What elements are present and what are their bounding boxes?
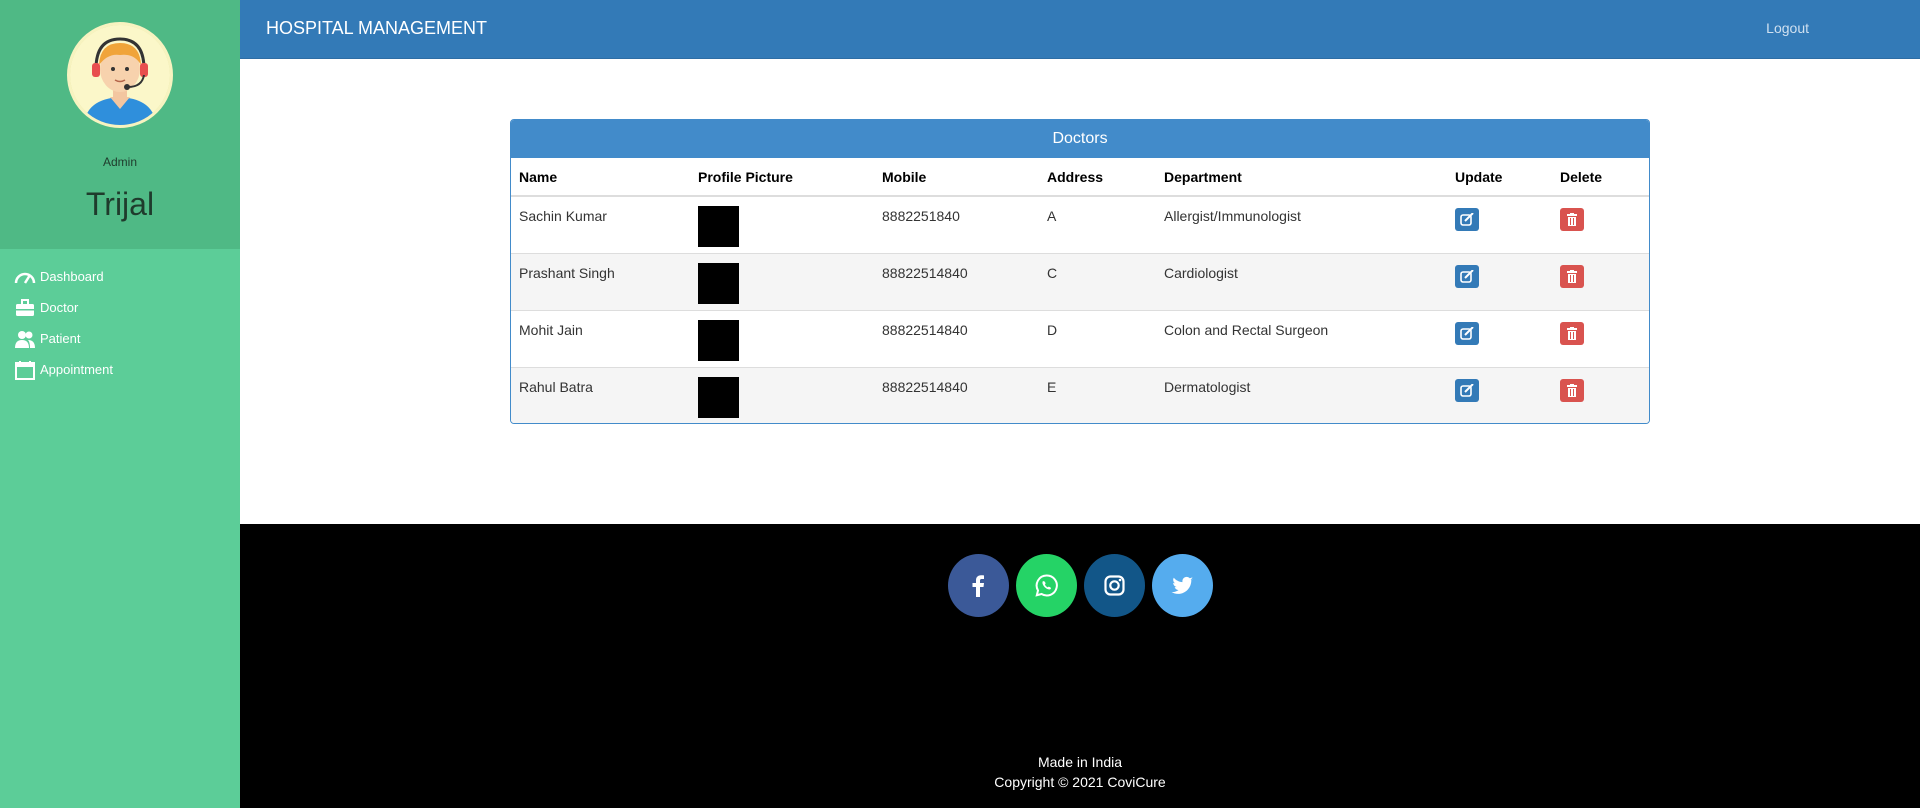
panel-title: Doctors bbox=[511, 120, 1649, 158]
sidebar-item-patient[interactable]: Patient bbox=[0, 323, 240, 354]
profile-picture bbox=[698, 376, 739, 418]
column-header: Delete bbox=[1552, 158, 1649, 197]
doctor-department: Cardiologist bbox=[1156, 252, 1447, 310]
update-button[interactable] bbox=[1455, 378, 1479, 402]
trash-icon bbox=[1567, 269, 1577, 283]
table-row: Mohit Jain 88822514840 D Colon and Recta… bbox=[511, 309, 1649, 367]
edit-icon bbox=[1460, 213, 1474, 226]
avatar bbox=[67, 22, 173, 128]
doctor-name: Mohit Jain bbox=[511, 309, 690, 367]
sidebar-item-label: Patient bbox=[40, 331, 81, 346]
brand-title[interactable]: HOSPITAL MANAGEMENT bbox=[266, 18, 487, 39]
delete-button[interactable] bbox=[1560, 378, 1584, 402]
profile-picture bbox=[698, 319, 739, 361]
doctor-name: Sachin Kumar bbox=[519, 208, 607, 224]
user-icon bbox=[15, 330, 35, 348]
logout-link[interactable]: Logout bbox=[1766, 20, 1809, 36]
table-header-row: Name Profile Picture Mobile Address Depa… bbox=[511, 158, 1649, 197]
trash-icon bbox=[1567, 326, 1577, 340]
doctor-department: Colon and Rectal Surgeon bbox=[1156, 309, 1447, 367]
profile-picture bbox=[698, 262, 739, 304]
doctor-address: E bbox=[1039, 366, 1156, 423]
column-header: Department bbox=[1156, 158, 1447, 197]
column-header: Name bbox=[511, 158, 690, 197]
table-row: Rahul Batra 88822514840 E Dermatologist bbox=[511, 366, 1649, 423]
delete-button[interactable] bbox=[1560, 264, 1584, 288]
twitter-button[interactable] bbox=[1152, 554, 1213, 617]
sidebar-item-dashboard[interactable]: Dashboard bbox=[0, 261, 240, 292]
trash-icon bbox=[1567, 213, 1577, 226]
table-row: Prashant Singh 88822514840 C Cardiologis… bbox=[511, 252, 1649, 310]
sidebar: Admin Trijal Dashboard Doctor Patient Ap… bbox=[0, 0, 240, 808]
edit-icon bbox=[1460, 326, 1474, 340]
whatsapp-button[interactable] bbox=[1016, 554, 1077, 617]
whatsapp-icon bbox=[1035, 574, 1058, 597]
doctors-panel: Doctors Name Profile Picture Mobile Addr… bbox=[510, 119, 1650, 424]
dashboard-icon bbox=[14, 272, 36, 284]
sidebar-item-appointment[interactable]: Appointment bbox=[0, 354, 240, 385]
doctors-table: Name Profile Picture Mobile Address Depa… bbox=[511, 158, 1649, 423]
doctor-department: Allergist/Immunologist bbox=[1164, 208, 1301, 224]
update-button[interactable] bbox=[1455, 264, 1479, 288]
instagram-button[interactable] bbox=[1084, 554, 1145, 617]
doctor-mobile: 88822514840 bbox=[874, 252, 1039, 310]
column-header: Address bbox=[1039, 158, 1156, 197]
copyright-text: Copyright © 2021 CoviCure bbox=[994, 774, 1166, 790]
footer: Made in India Copyright © 2021 CoviCure bbox=[240, 524, 1920, 808]
doctor-name: Rahul Batra bbox=[511, 366, 690, 423]
sidebar-item-label: Doctor bbox=[40, 300, 79, 315]
profile-card: Admin Trijal bbox=[0, 0, 240, 249]
profile-picture bbox=[698, 206, 739, 247]
doctor-address: D bbox=[1039, 309, 1156, 367]
column-header: Profile Picture bbox=[690, 158, 874, 197]
doctor-mobile: 88822514840 bbox=[874, 309, 1039, 367]
user-role: Admin bbox=[102, 155, 137, 169]
doctor-mobile: 8882251840 bbox=[882, 208, 960, 224]
calendar-icon bbox=[15, 360, 35, 380]
sidebar-item-label: Dashboard bbox=[40, 269, 104, 284]
facebook-button[interactable] bbox=[948, 554, 1009, 617]
doctor-address: C bbox=[1039, 252, 1156, 310]
column-header: Update bbox=[1447, 158, 1552, 197]
edit-icon bbox=[1460, 269, 1474, 283]
table-row: Sachin Kumar 8882251840 A Allergist/Immu… bbox=[511, 196, 1649, 253]
top-navbar: HOSPITAL MANAGEMENT Logout bbox=[240, 0, 1920, 59]
instagram-icon bbox=[1104, 575, 1125, 596]
made-in-text: Made in India bbox=[1037, 754, 1123, 770]
briefcase-icon bbox=[16, 298, 34, 316]
update-button[interactable] bbox=[1455, 321, 1479, 345]
column-header: Mobile bbox=[874, 158, 1039, 197]
user-name: Trijal bbox=[85, 186, 155, 222]
delete-button[interactable] bbox=[1560, 208, 1584, 231]
update-button[interactable] bbox=[1455, 208, 1479, 231]
doctor-address: A bbox=[1047, 208, 1057, 224]
sidebar-nav: Dashboard Doctor Patient Appointment bbox=[0, 249, 240, 385]
doctor-mobile: 88822514840 bbox=[874, 366, 1039, 423]
doctor-department: Dermatologist bbox=[1156, 366, 1447, 423]
delete-button[interactable] bbox=[1560, 321, 1584, 345]
twitter-icon bbox=[1171, 576, 1193, 594]
trash-icon bbox=[1567, 383, 1577, 397]
doctor-name: Prashant Singh bbox=[511, 252, 690, 310]
facebook-icon bbox=[972, 575, 984, 597]
sidebar-item-doctor[interactable]: Doctor bbox=[0, 292, 240, 323]
sidebar-item-label: Appointment bbox=[40, 362, 113, 377]
edit-icon bbox=[1460, 383, 1474, 397]
